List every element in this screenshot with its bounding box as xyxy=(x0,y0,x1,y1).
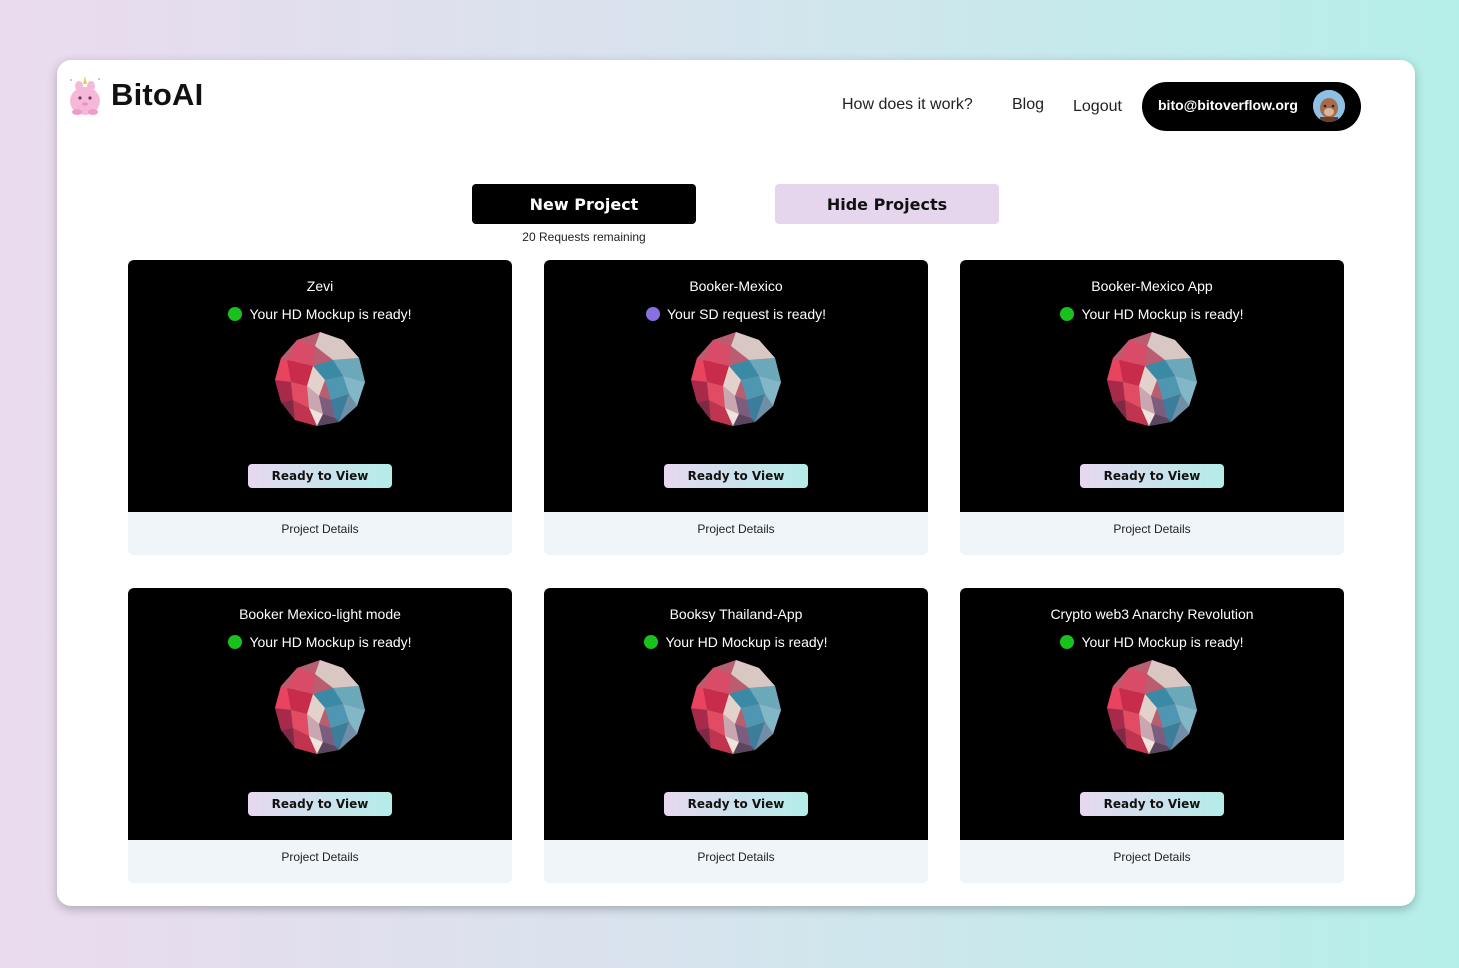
user-account-pill[interactable]: bito@bitoverflow.org xyxy=(1142,82,1361,131)
requests-remaining: 20 Requests remaining xyxy=(522,230,646,244)
project-details-link[interactable]: Project Details xyxy=(960,512,1344,555)
project-status: Your SD request is ready! xyxy=(544,306,928,322)
logo[interactable]: BitoAI xyxy=(67,74,203,116)
project-status: Your HD Mockup is ready! xyxy=(960,306,1344,322)
project-details-link[interactable]: Project Details xyxy=(960,840,1344,883)
status-dot-icon xyxy=(228,307,243,321)
project-preview: Booker-Mexico App Your HD Mockup is read… xyxy=(960,260,1344,512)
project-preview: Zevi Your HD Mockup is ready! Ready to V… xyxy=(128,260,512,512)
project-card: Crypto web3 Anarchy Revolution Your HD M… xyxy=(960,588,1344,883)
ready-to-view-button[interactable]: Ready to View xyxy=(664,792,808,816)
abstract-sphere-icon xyxy=(691,660,781,754)
project-preview: Booker Mexico-light mode Your HD Mockup … xyxy=(128,588,512,840)
project-title: Booker Mexico-light mode xyxy=(239,606,401,622)
status-text: Your HD Mockup is ready! xyxy=(1081,306,1244,322)
project-details-link[interactable]: Project Details xyxy=(544,512,928,555)
status-text: Your HD Mockup is ready! xyxy=(249,306,412,322)
project-title: Booksy Thailand-App xyxy=(669,606,803,622)
ready-to-view-button[interactable]: Ready to View xyxy=(248,792,392,816)
project-status: Your HD Mockup is ready! xyxy=(128,634,512,650)
new-project-button[interactable]: New Project xyxy=(472,184,696,224)
ready-to-view-button[interactable]: Ready to View xyxy=(1080,792,1224,816)
app-name: BitoAI xyxy=(111,77,204,112)
project-title: Zevi xyxy=(306,278,334,294)
project-card: Booker-Mexico App Your HD Mockup is read… xyxy=(960,260,1344,555)
project-preview: Crypto web3 Anarchy Revolution Your HD M… xyxy=(960,588,1344,840)
avatar[interactable] xyxy=(1313,90,1345,122)
status-dot-icon xyxy=(644,635,659,649)
project-preview: Booker-Mexico Your SD request is ready! xyxy=(544,260,928,512)
abstract-sphere-icon xyxy=(275,332,365,426)
hide-projects-button[interactable]: Hide Projects xyxy=(775,184,999,224)
project-preview: Booksy Thailand-App Your HD Mockup is re… xyxy=(544,588,928,840)
project-details-link[interactable]: Project Details xyxy=(128,512,512,555)
project-details-link[interactable]: Project Details xyxy=(544,840,928,883)
project-title: Booker-Mexico App xyxy=(1091,278,1213,294)
status-dot-icon xyxy=(228,635,243,649)
nav-blog[interactable]: Blog xyxy=(1012,96,1044,114)
project-card: Booker-Mexico Your SD request is ready! xyxy=(544,260,928,555)
ready-to-view-button[interactable]: Ready to View xyxy=(664,464,808,488)
project-details-link[interactable]: Project Details xyxy=(128,840,512,883)
avatar-image-icon xyxy=(1313,90,1345,122)
user-email: bito@bitoverflow.org xyxy=(1158,96,1298,113)
status-dot-icon xyxy=(1060,635,1075,649)
ready-to-view-button[interactable]: Ready to View xyxy=(1080,464,1224,488)
ready-to-view-button[interactable]: Ready to View xyxy=(248,464,392,488)
status-text: Your SD request is ready! xyxy=(666,306,826,322)
unicorn-logo-icon xyxy=(70,76,100,115)
status-text: Your HD Mockup is ready! xyxy=(1081,634,1244,650)
project-status: Your HD Mockup is ready! xyxy=(544,634,928,650)
abstract-sphere-icon xyxy=(1107,660,1197,754)
status-dot-icon xyxy=(1060,307,1075,321)
nav-logout[interactable]: Logout xyxy=(1073,98,1122,116)
project-card: Booksy Thailand-App Your HD Mockup is re… xyxy=(544,588,928,883)
nav-how-it-works[interactable]: How does it work? xyxy=(842,96,973,114)
abstract-sphere-icon xyxy=(691,332,781,426)
project-status: Your HD Mockup is ready! xyxy=(128,306,512,322)
project-title: Crypto web3 Anarchy Revolution xyxy=(1050,606,1254,622)
abstract-sphere-icon xyxy=(1107,332,1197,426)
status-text: Your HD Mockup is ready! xyxy=(665,634,828,650)
status-text: Your HD Mockup is ready! xyxy=(249,634,412,650)
project-title: Booker-Mexico xyxy=(689,278,783,294)
main-panel: BitoAI How does it work? Blog Logout bit… xyxy=(57,60,1415,906)
project-card: Zevi Your HD Mockup is ready! Ready to V… xyxy=(128,260,512,555)
project-card: Booker Mexico-light mode Your HD Mockup … xyxy=(128,588,512,883)
project-status: Your HD Mockup is ready! xyxy=(960,634,1344,650)
abstract-sphere-icon xyxy=(275,660,365,754)
status-dot-icon xyxy=(645,307,660,321)
